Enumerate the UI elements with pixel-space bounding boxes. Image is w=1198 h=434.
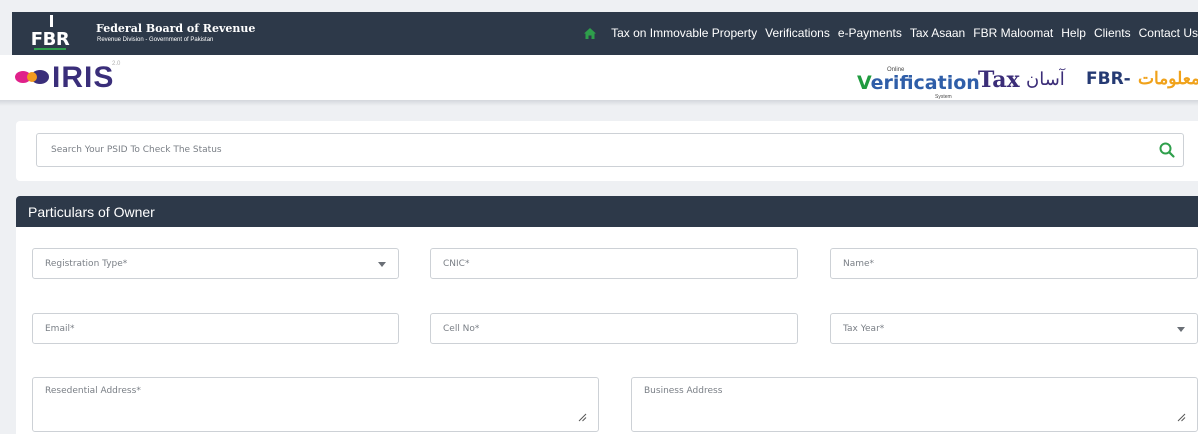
nav-tax-immovable-property[interactable]: Tax on Immovable Property xyxy=(611,26,757,40)
chevron-down-icon xyxy=(1177,327,1185,332)
nav-help[interactable]: Help xyxy=(1061,26,1086,40)
psid-search-card xyxy=(16,121,1198,181)
tax-asaan-ur: آسان xyxy=(1026,69,1065,89)
iris-logo-text: IRIS xyxy=(52,61,115,94)
tax-asaan-logo[interactable]: Tax آسان xyxy=(978,67,1068,97)
verification-logo-text: Verification xyxy=(857,72,980,94)
brand-title: Federal Board of Revenue xyxy=(96,22,256,35)
fbr-maloomat-en: FBR- xyxy=(1086,69,1131,89)
cnic-field[interactable] xyxy=(430,248,798,279)
registration-type-placeholder: Registration Type* xyxy=(45,259,128,269)
fbr-maloomat-ur: معلومات xyxy=(1138,69,1198,88)
owner-form: Registration Type* Tax Year* xyxy=(16,227,1198,434)
business-address-field[interactable] xyxy=(631,377,1198,432)
fbr-maloomat-logo[interactable]: FBR- معلومات xyxy=(1086,69,1198,99)
resize-handle-icon[interactable] xyxy=(578,413,587,422)
section-title: Particulars of Owner xyxy=(28,204,155,220)
verification-rest: erification xyxy=(870,72,980,94)
fbr-logo-flame xyxy=(50,15,53,27)
email-field[interactable] xyxy=(32,313,399,344)
nav-verifications[interactable]: Verifications xyxy=(765,26,830,40)
fbr-logo-stripe xyxy=(34,48,66,50)
top-navbar: FBR Federal Board of Revenue Revenue Div… xyxy=(12,12,1198,55)
chevron-down-icon xyxy=(378,262,386,267)
tax-asaan-en: Tax xyxy=(978,67,1020,93)
nav-tax-asaan[interactable]: Tax Asaan xyxy=(910,26,965,40)
tax-year-select[interactable]: Tax Year* xyxy=(830,313,1198,344)
nav-fbr-maloomat[interactable]: FBR Maloomat xyxy=(973,26,1053,40)
search-icon[interactable] xyxy=(1158,141,1176,159)
brand-subtitle: Revenue Division - Government of Pakista… xyxy=(97,37,214,43)
particulars-of-owner-header: Particulars of Owner xyxy=(16,196,1198,227)
cell-no-field[interactable] xyxy=(430,313,798,344)
logo-header: IRIS 2.0 Online Verification System Tax … xyxy=(0,55,1198,100)
name-field[interactable] xyxy=(830,248,1198,279)
fbr-logo-text: FBR xyxy=(30,29,70,50)
main-nav: Tax on Immovable Property Verifications … xyxy=(581,26,1198,40)
fbr-logo[interactable]: FBR xyxy=(20,15,80,51)
nav-contact-us[interactable]: Contact Us xyxy=(1139,26,1198,40)
online-verification-logo[interactable]: Online Verification System xyxy=(857,67,980,101)
resize-handle-icon[interactable] xyxy=(1177,413,1186,422)
home-icon[interactable] xyxy=(581,27,599,39)
residential-address-field[interactable] xyxy=(32,377,599,432)
header-shadow xyxy=(0,100,1198,106)
registration-type-select[interactable]: Registration Type* xyxy=(32,248,399,279)
verification-v: V xyxy=(857,72,871,94)
nav-e-payments[interactable]: e-Payments xyxy=(838,26,902,40)
psid-search-input[interactable] xyxy=(36,133,1184,167)
iris-version: 2.0 xyxy=(112,61,121,67)
iris-logo[interactable]: IRIS 2.0 xyxy=(14,59,134,94)
nav-clients[interactable]: Clients xyxy=(1094,26,1131,40)
iris-logo-mark xyxy=(15,70,49,84)
tax-year-placeholder: Tax Year* xyxy=(843,324,885,334)
